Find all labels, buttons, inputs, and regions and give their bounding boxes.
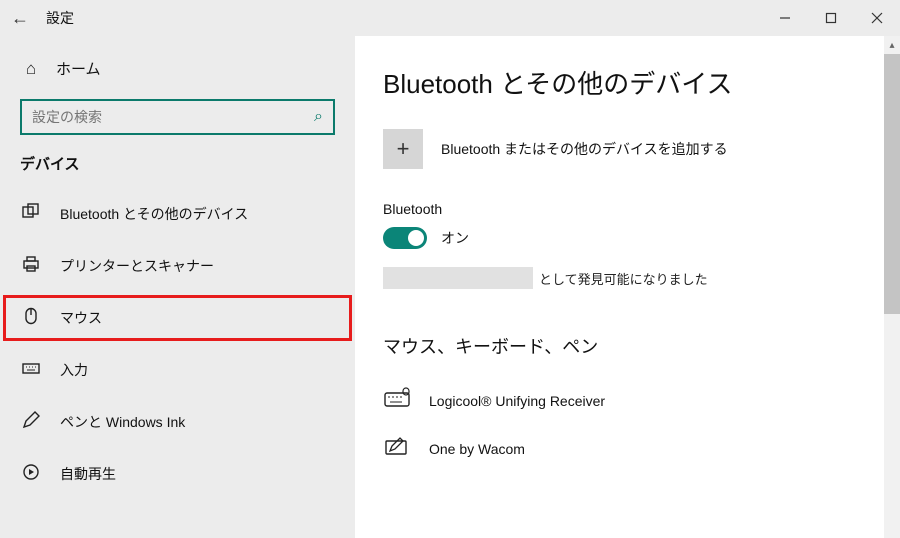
main-panel: Bluetooth とその他のデバイス + Bluetooth またはその他のデ… <box>355 36 900 538</box>
titlebar: ← 設定 <box>0 0 900 36</box>
sidebar-item-typing[interactable]: 入力 <box>0 344 355 396</box>
scrollbar[interactable]: ▴ <box>884 36 900 538</box>
autoplay-icon <box>20 462 42 487</box>
sidebar-item-bluetooth[interactable]: Bluetooth とその他のデバイス <box>0 188 355 240</box>
window-title: 設定 <box>46 8 74 28</box>
minimize-button[interactable] <box>762 0 808 36</box>
keyboard-icon <box>20 358 42 383</box>
close-button[interactable] <box>854 0 900 36</box>
devices-subheading: マウス、キーボード、ペン <box>383 333 880 359</box>
add-device-label: Bluetooth またはその他のデバイスを追加する <box>441 139 728 159</box>
add-device-button[interactable]: + <box>383 129 423 169</box>
sidebar-item-autoplay[interactable]: 自動再生 <box>0 448 355 500</box>
sidebar-item-label: マウス <box>60 308 102 328</box>
plus-icon: + <box>397 136 410 162</box>
add-device-row[interactable]: + Bluetooth またはその他のデバイスを追加する <box>383 129 880 169</box>
pen-icon <box>20 410 42 435</box>
sidebar-section-label: デバイス <box>0 153 355 188</box>
device-row[interactable]: One by Wacom <box>383 425 880 473</box>
home-label: ホーム <box>56 58 101 79</box>
search-box[interactable]: ⌕ <box>20 99 335 135</box>
mouse-icon <box>20 306 42 331</box>
device-name: Logicool® Unifying Receiver <box>429 393 605 409</box>
device-row[interactable]: Logicool® Unifying Receiver <box>383 377 880 425</box>
bluetooth-toggle[interactable] <box>383 227 427 249</box>
scroll-thumb[interactable] <box>884 54 900 314</box>
sidebar: ⌂ ホーム ⌕ デバイス Bluetooth とその他のデバイス プリンターとス… <box>0 36 355 538</box>
home-icon: ⌂ <box>20 59 42 79</box>
bluetooth-devices-icon <box>20 202 42 227</box>
home-link[interactable]: ⌂ ホーム <box>0 54 355 93</box>
sidebar-item-label: Bluetooth とその他のデバイス <box>60 204 248 224</box>
maximize-button[interactable] <box>808 0 854 36</box>
search-icon: ⌕ <box>314 108 323 126</box>
sidebar-item-label: プリンターとスキャナー <box>60 256 214 276</box>
search-input[interactable] <box>32 109 314 125</box>
sidebar-item-pen[interactable]: ペンと Windows Ink <box>0 396 355 448</box>
back-button[interactable]: ← <box>0 8 40 29</box>
scroll-up-icon[interactable]: ▴ <box>884 36 900 54</box>
discoverable-row: として発見可能になりました <box>383 267 880 289</box>
device-name: One by Wacom <box>429 441 525 457</box>
sidebar-item-label: 自動再生 <box>60 464 116 484</box>
pen-tablet-icon <box>383 435 411 463</box>
discoverable-label: として発見可能になりました <box>539 269 708 288</box>
sidebar-item-printers[interactable]: プリンターとスキャナー <box>0 240 355 292</box>
bluetooth-section-label: Bluetooth <box>383 201 880 217</box>
keyboard-receiver-icon <box>383 387 411 415</box>
sidebar-item-label: ペンと Windows Ink <box>60 412 185 432</box>
sidebar-item-label: 入力 <box>60 360 88 380</box>
page-title: Bluetooth とその他のデバイス <box>383 64 880 101</box>
printer-icon <box>20 254 42 279</box>
bluetooth-toggle-state: オン <box>441 228 469 248</box>
sidebar-nav: Bluetooth とその他のデバイス プリンターとスキャナー マウス 入力 ペ… <box>0 188 355 500</box>
sidebar-item-mouse[interactable]: マウス <box>0 292 355 344</box>
device-name-placeholder <box>383 267 533 289</box>
